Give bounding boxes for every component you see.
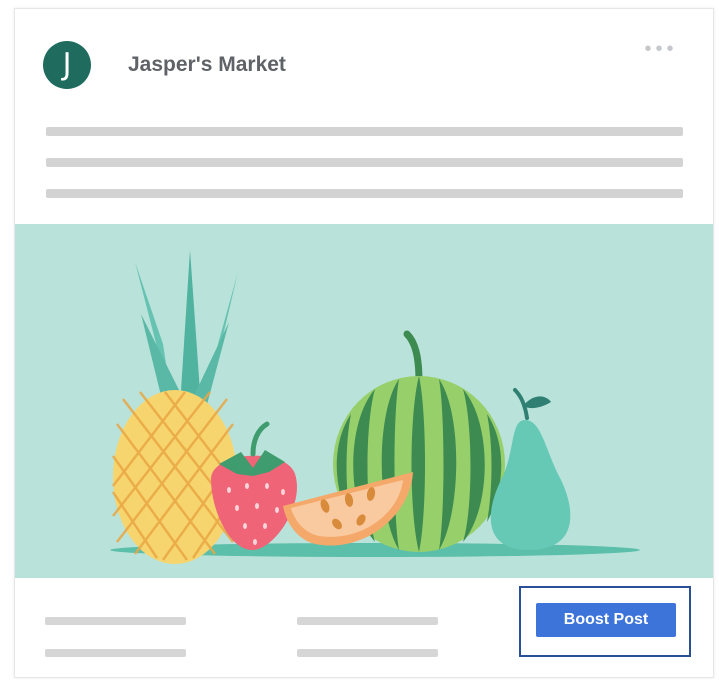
post-card: J Jasper's Market ••• — [14, 8, 714, 678]
fruit-illustration — [110, 250, 640, 564]
action-placeholder-line — [45, 617, 186, 625]
action-placeholder-line — [297, 649, 438, 657]
post-text-placeholder-line — [46, 127, 683, 136]
boost-post-button[interactable]: Boost Post — [536, 603, 676, 637]
page-name[interactable]: Jasper's Market — [128, 53, 286, 77]
post-text-placeholder-line — [46, 189, 683, 198]
more-horizontal-icon[interactable]: ••• — [633, 39, 689, 59]
action-placeholder-line — [45, 649, 186, 657]
page-avatar[interactable]: J — [43, 41, 91, 89]
post-header: J Jasper's Market ••• — [15, 9, 713, 119]
action-placeholder-line — [297, 617, 438, 625]
post-text-placeholder-line — [46, 158, 683, 167]
post-image — [15, 224, 713, 578]
